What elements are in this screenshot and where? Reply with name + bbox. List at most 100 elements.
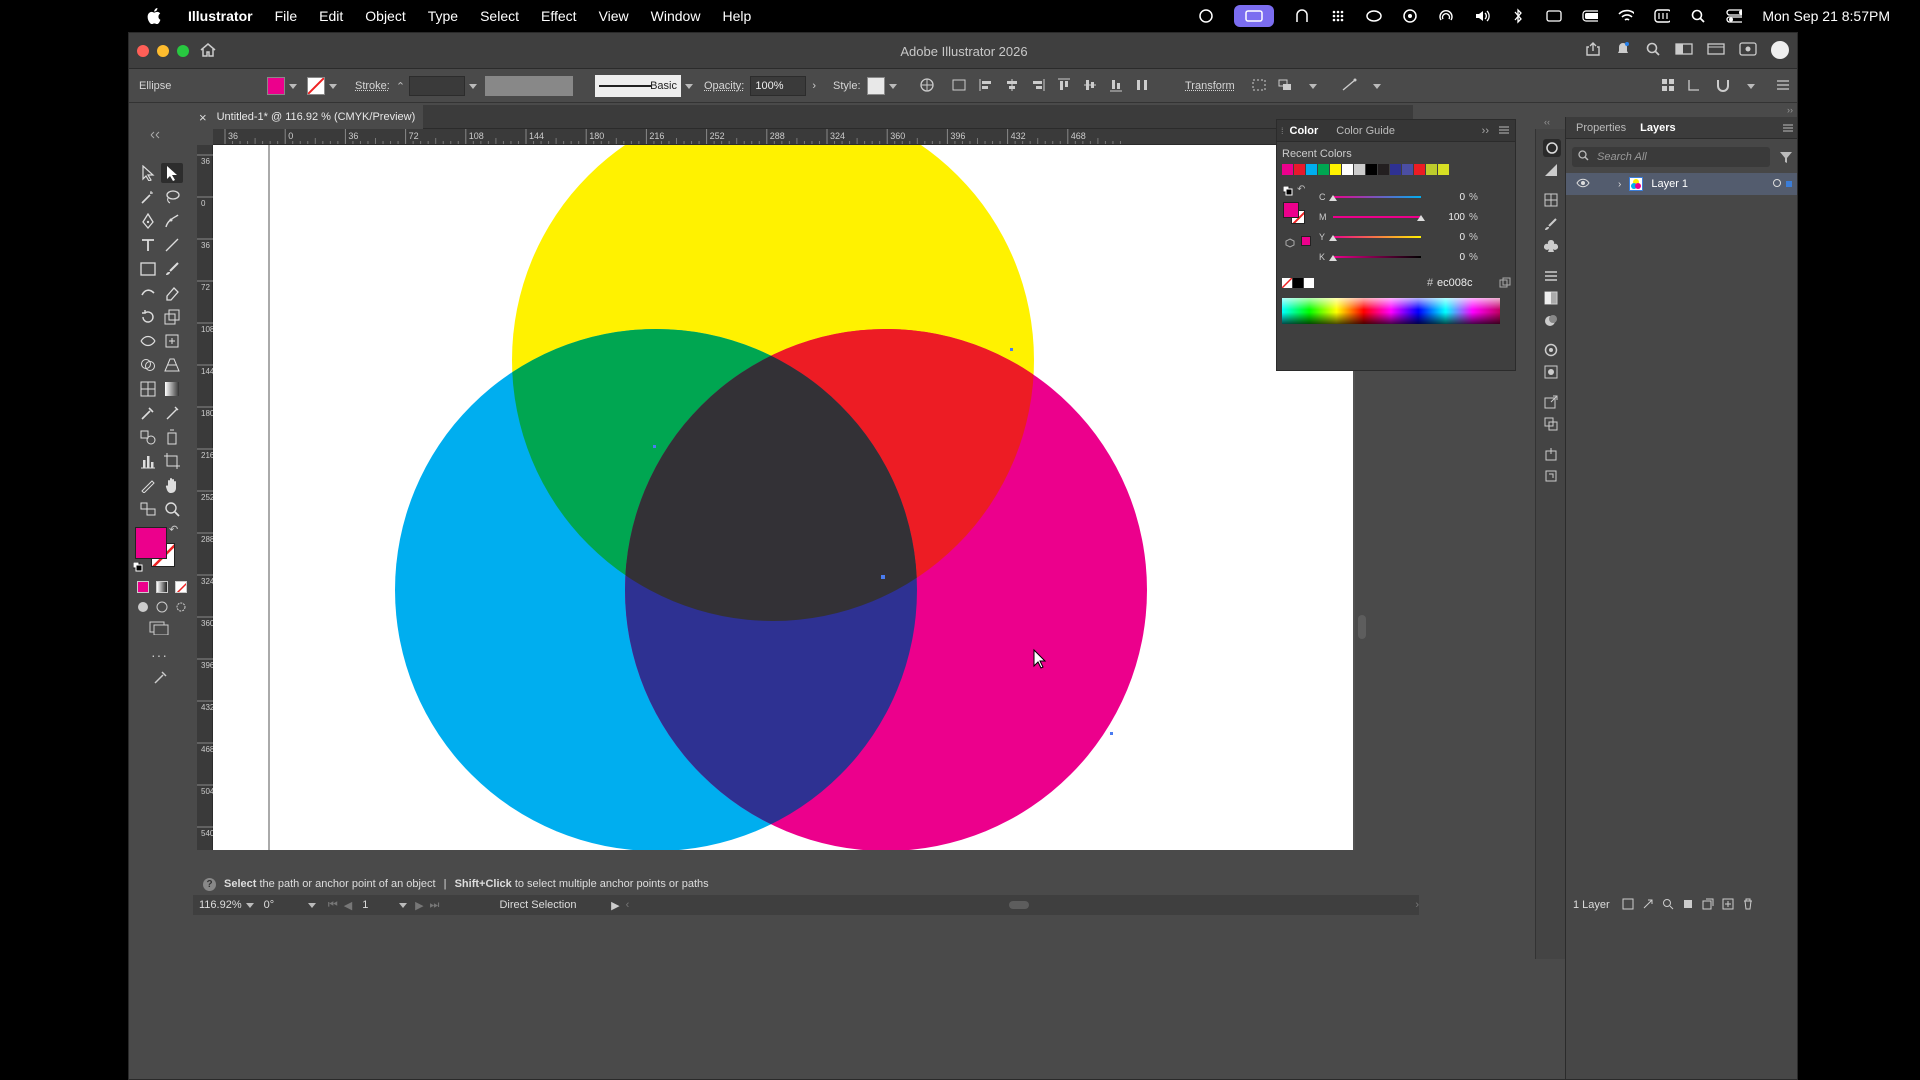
close-tab-icon[interactable]: × [199,110,207,125]
align-bottom-icon[interactable] [1109,78,1123,95]
notification-bell-icon[interactable] [1615,41,1631,60]
new-sublayer-icon[interactable] [1702,898,1714,913]
menu-window[interactable]: Window [651,8,701,24]
recent-color-swatch[interactable] [1318,164,1329,175]
battery-icon[interactable] [1582,9,1599,23]
brush-dropdown-icon[interactable] [685,83,693,89]
screen-share-icon[interactable] [1234,5,1275,27]
type-tool-icon[interactable] [137,235,159,255]
workspace-icon[interactable] [1707,41,1725,60]
rotation-dropdown-icon[interactable] [307,902,316,908]
recent-color-swatch[interactable] [1330,164,1341,175]
perspective-grid-tool-icon[interactable] [161,355,183,375]
slider-thumb[interactable] [1417,215,1425,221]
zoom-field[interactable]: 116.92% [199,899,242,911]
rectangle-tool-icon[interactable] [137,259,159,279]
stroke-weight-stepper[interactable]: ⌃ [396,80,405,93]
stroke-weight-dropdown-icon[interactable] [469,83,478,89]
arch-icon[interactable] [1294,9,1310,23]
document-tab[interactable]: × Untitled-1* @ 116.92 % (CMYK/Preview) [193,105,423,129]
appearance-icon[interactable] [1544,343,1558,360]
eyedropper-tool-icon[interactable] [137,403,159,423]
layers-search-box[interactable]: Search All [1572,147,1770,167]
line-tool-icon[interactable] [161,235,183,255]
delete-layer-icon[interactable] [1742,898,1754,913]
lasso-tool-icon[interactable] [161,187,183,207]
magic-wand-tool-icon[interactable] [137,187,159,207]
artboard-tool-icon[interactable] [161,451,183,471]
vpn-icon[interactable] [1402,9,1418,23]
black-color-swatch[interactable] [1293,278,1303,288]
stroke-dropdown-icon[interactable] [329,83,337,89]
variable-width-profile[interactable] [485,76,573,96]
slider-value-field[interactable]: 0 [1427,252,1465,263]
recolor-artwork-icon[interactable] [919,77,935,96]
anchor-point[interactable] [653,445,656,448]
anchor-point[interactable] [881,575,885,579]
search-icon[interactable] [1645,41,1661,60]
creative-cloud-icon[interactable] [1198,9,1214,23]
align-to-icon[interactable] [951,78,967,95]
recent-color-swatch[interactable] [1366,164,1377,175]
recent-color-swatch[interactable] [1378,164,1389,175]
keyboard-icon[interactable] [1654,9,1671,23]
menu-object[interactable]: Object [365,8,405,24]
color-panel-menu-icon[interactable] [1499,125,1509,137]
path-options-dropdown-icon[interactable] [1373,83,1381,89]
more-tools-icon[interactable]: ··· [151,647,168,663]
recent-color-swatch[interactable] [1306,164,1317,175]
menu-effect[interactable]: Effect [541,8,577,24]
canvas[interactable] [213,145,1355,850]
export-layer-icon[interactable] [1622,898,1634,913]
menu-type[interactable]: Type [428,8,458,24]
slider-track-k[interactable] [1333,256,1421,258]
stroke-panel-icon[interactable] [1544,269,1558,286]
recent-color-swatch[interactable] [1390,164,1401,175]
apple-icon[interactable] [146,7,162,25]
swatches-icon[interactable] [1544,193,1558,210]
recent-color-swatch[interactable] [1354,164,1365,175]
expand-panel-icon[interactable]: ›› [1482,125,1489,137]
layers-panel-menu-icon[interactable] [1783,121,1793,135]
vertical-ruler[interactable]: 3603672108144180216252288324360396432468… [197,145,215,850]
current-tool-label[interactable]: Direct Selection [499,899,609,911]
tab-color[interactable]: Color [1290,125,1319,137]
shape-builder-tool-icon[interactable] [137,355,159,375]
column-graph-tool-icon[interactable] [137,451,159,471]
filter-icon[interactable] [1780,151,1792,166]
align-right-icon[interactable] [1031,78,1045,95]
draw-inside-icon[interactable] [175,601,187,616]
status-menu-icon[interactable]: ▶ [611,899,619,912]
horizontal-ruler[interactable]: 36 0 36 72 108 144 180 216 252 288 324 360 396 432 468 [213,129,1355,145]
snap-dropdown-icon[interactable] [1747,83,1755,89]
menu-help[interactable]: Help [722,8,751,24]
bluetooth-icon[interactable] [1510,8,1526,24]
slider-value-field[interactable]: 0 [1427,192,1465,203]
draw-mode-icon[interactable] [137,601,149,616]
recent-color-swatch[interactable] [1282,164,1293,175]
gradient-mode-icon[interactable] [156,581,168,593]
selection-tool-icon[interactable] [137,163,159,183]
anchor-point[interactable] [1010,348,1013,351]
fill-color-swatch[interactable] [135,527,167,559]
first-artboard-icon[interactable]: ⏮ [328,899,338,912]
help-icon[interactable]: ? [203,877,216,891]
align-hcenter-icon[interactable] [1005,78,1019,95]
symbol-sprayer-tool-icon[interactable] [161,427,183,447]
collapse-tools-icon[interactable] [145,125,167,145]
slider-thumb[interactable] [1329,195,1337,201]
menu-edit[interactable]: Edit [319,8,343,24]
new-layer-icon[interactable] [1722,898,1734,913]
shaper-tool-icon[interactable] [137,283,159,303]
recent-color-swatch[interactable] [1426,164,1437,175]
fill-swatch[interactable] [267,77,285,95]
stroke-label[interactable]: Stroke: [355,80,390,92]
scale-tool-icon[interactable] [161,307,183,327]
collect-export-icon[interactable] [1642,898,1654,913]
pen-tool-icon[interactable] [137,211,159,231]
export-icon[interactable] [1544,395,1558,412]
display-icon[interactable] [1546,9,1563,23]
tab-properties[interactable]: Properties [1576,122,1626,134]
stroke-swatch[interactable] [307,77,325,95]
align-top-icon[interactable] [1057,78,1071,95]
